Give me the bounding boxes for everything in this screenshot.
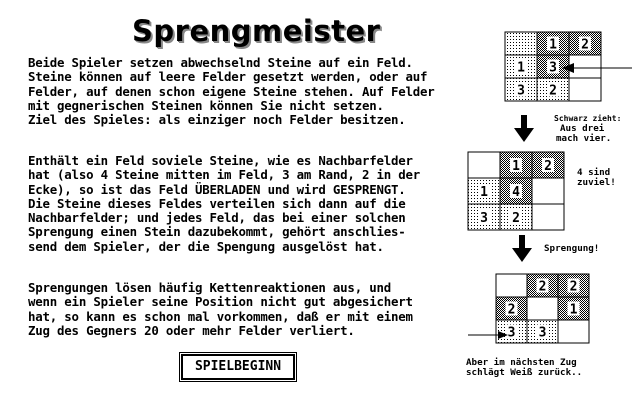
board-cell <box>504 31 538 56</box>
cell-count: 2 <box>581 38 589 53</box>
cell-count: 2 <box>544 159 552 174</box>
cell-count: 2 <box>549 84 557 99</box>
example-diagrams: 1 2 1 3 3 2 1 2 1 4 3 2 2 2 2 1 3 3 <box>467 31 632 344</box>
board-before-move: 1 2 1 3 3 2 <box>504 31 602 102</box>
board-overloaded: 1 2 1 4 3 2 <box>467 151 565 231</box>
cell-count: 2 <box>570 280 578 295</box>
cell-count: 3 <box>517 84 525 99</box>
cell-count: 3 <box>539 326 547 341</box>
board-cell <box>568 77 602 102</box>
down-arrow-icon <box>514 115 534 142</box>
cell-count: 1 <box>480 185 488 200</box>
cell-count: 1 <box>517 61 525 76</box>
cell-count: 4 <box>512 185 520 200</box>
cell-count: 1 <box>512 159 520 174</box>
board-after-explosion: 2 2 2 1 3 3 <box>495 273 590 344</box>
board-cell <box>467 151 501 179</box>
cell-count: 2 <box>539 280 547 295</box>
cell-count: 3 <box>480 211 488 226</box>
cell-count: 1 <box>570 303 578 318</box>
board-cell <box>531 177 565 205</box>
cell-count: 1 <box>549 38 557 53</box>
board-cell <box>495 273 528 298</box>
cell-count: 3 <box>508 326 516 341</box>
down-arrow-icon <box>512 235 532 262</box>
board-cell <box>526 296 559 321</box>
cell-count: 3 <box>549 61 557 76</box>
board-cell <box>557 319 590 344</box>
cell-count: 2 <box>512 211 520 226</box>
cell-count: 2 <box>508 303 516 318</box>
board-cell <box>531 203 565 231</box>
